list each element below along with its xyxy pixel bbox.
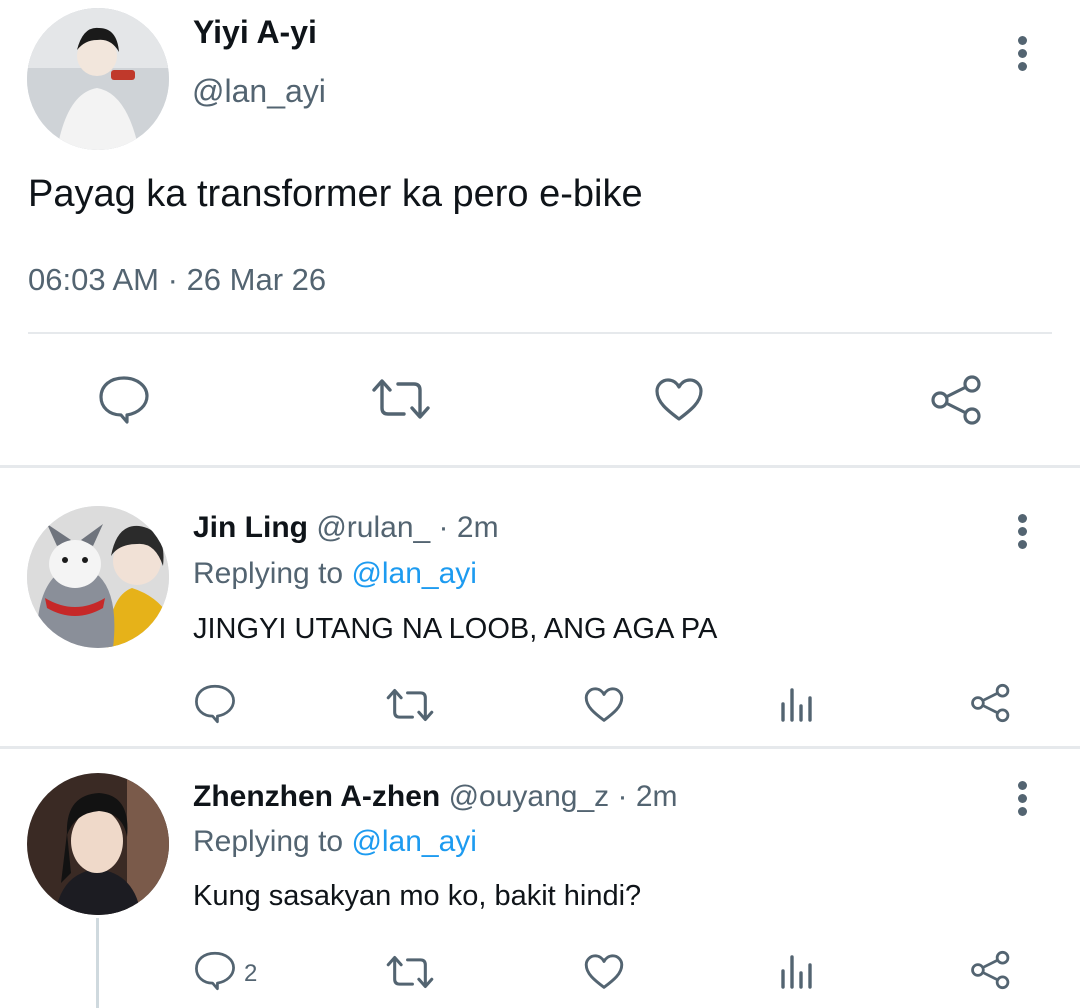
author-name[interactable]: Yiyi A-yi: [193, 14, 317, 51]
replying-prefix: Replying to: [193, 557, 344, 590]
author-handle[interactable]: @lan_ayi: [192, 73, 326, 110]
reply-text: JINGYI UTANG NA LOOB, ANG AGA PA: [193, 613, 718, 645]
author-avatar[interactable]: [27, 8, 169, 150]
reply-avatar[interactable]: [27, 773, 169, 915]
more-options-icon[interactable]: [1010, 36, 1034, 76]
reply-count: 2: [244, 960, 258, 987]
retweet-icon[interactable]: [385, 686, 435, 724]
header-separator: ·: [438, 511, 449, 544]
replying-mention-link[interactable]: @lan_ayi: [351, 557, 477, 590]
reply-icon[interactable]: [193, 950, 237, 992]
analytics-icon[interactable]: [779, 686, 815, 724]
header-separator: ·: [617, 780, 628, 813]
divider: [28, 332, 1052, 334]
reply-header: Jin Ling @rulan_ · 2m: [193, 511, 499, 545]
reply-author-name[interactable]: Zhenzhen A-zhen: [193, 780, 440, 813]
tweet-time: 06:03 AM: [28, 262, 159, 297]
tweet-date: 26 Mar 26: [186, 262, 327, 297]
analytics-icon[interactable]: [779, 953, 815, 991]
reply-icon[interactable]: [97, 374, 151, 426]
reply-author-name[interactable]: Jin Ling: [193, 511, 308, 544]
retweet-icon[interactable]: [385, 953, 435, 991]
like-icon[interactable]: [583, 686, 625, 724]
thread-connector-line: [96, 918, 99, 1008]
share-icon[interactable]: [970, 950, 1012, 990]
retweet-icon[interactable]: [370, 376, 432, 422]
reply-author-handle[interactable]: @rulan_: [316, 511, 430, 544]
divider: [0, 465, 1080, 468]
divider: [0, 746, 1080, 749]
reply-author-handle[interactable]: @ouyang_z: [449, 780, 610, 813]
share-icon[interactable]: [930, 374, 984, 426]
replying-to: Replying to @lan_ayi: [193, 557, 477, 591]
reply-time: 2m: [635, 780, 678, 813]
more-options-icon[interactable]: [1010, 514, 1034, 554]
replying-prefix: Replying to: [193, 825, 344, 858]
share-icon[interactable]: [970, 683, 1012, 723]
tweet-timestamp: 06:03 AM · 26 Mar 26: [28, 262, 326, 298]
timestamp-separator: ·: [167, 262, 178, 297]
replying-to: Replying to @lan_ayi: [193, 825, 477, 859]
like-icon[interactable]: [653, 377, 705, 423]
reply-icon[interactable]: [193, 683, 237, 725]
reply-avatar[interactable]: [27, 506, 169, 648]
like-icon[interactable]: [583, 953, 625, 991]
more-options-icon[interactable]: [1010, 781, 1034, 821]
reply-time: 2m: [456, 511, 499, 544]
tweet-text: Payag ka transformer ka pero e-bike: [28, 173, 643, 215]
replying-mention-link[interactable]: @lan_ayi: [351, 825, 477, 858]
reply-text: Kung sasakyan mo ko, bakit hindi?: [193, 880, 642, 912]
reply-header: Zhenzhen A-zhen @ouyang_z · 2m: [193, 780, 678, 814]
